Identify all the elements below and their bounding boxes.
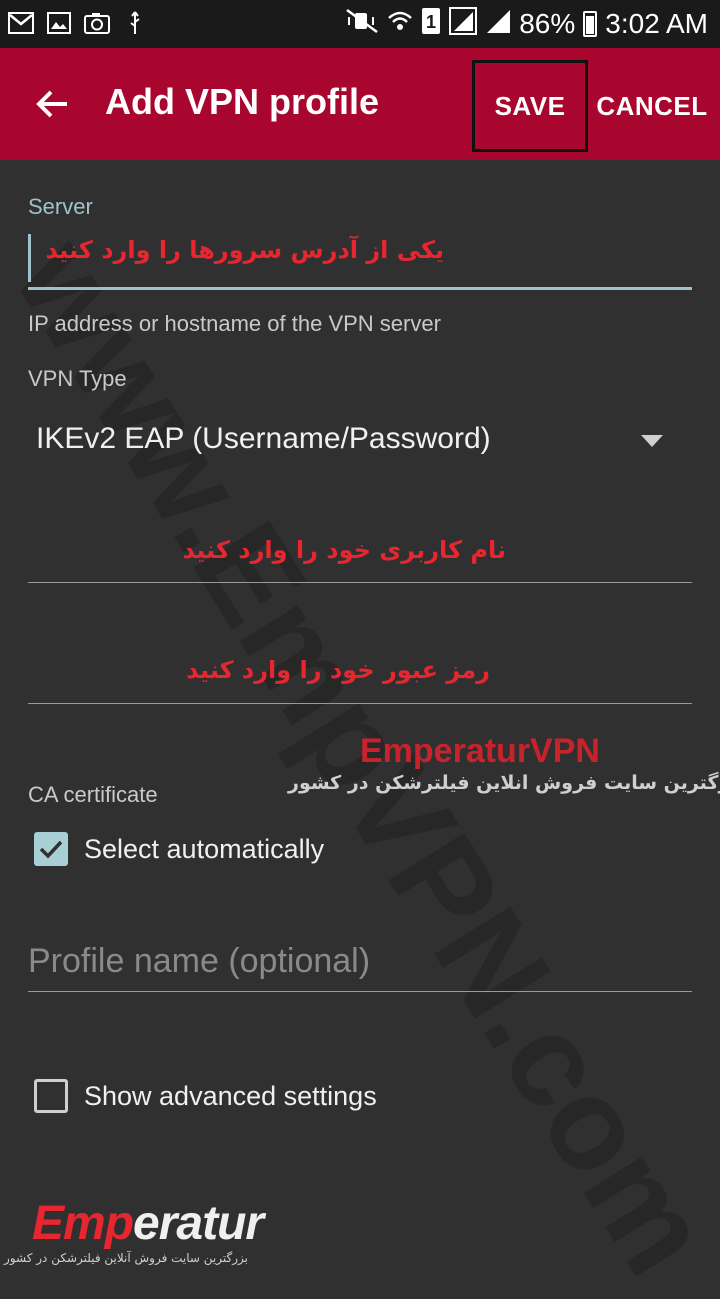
arrow-back-icon [36,90,67,118]
wifi-icon [387,8,413,41]
vpn-type-label: VPN Type [28,366,127,391]
save-button[interactable]: SAVE [472,60,588,152]
server-underline [28,287,692,290]
username-underline [28,582,692,583]
signal2-icon [485,8,511,41]
server-label: Server [28,194,93,219]
text-cursor [28,234,31,282]
sim1-icon: 1 [421,7,441,42]
app-bar: Add VPN profile SAVE CANCEL [0,48,720,160]
server-input[interactable]: یکی از آدرس سرورها را وارد کنید [45,236,444,264]
ca-certificate-label: CA certificate [28,782,158,807]
advanced-settings-checkbox[interactable] [34,1079,68,1113]
dropdown-arrow-icon[interactable] [640,434,664,448]
back-button[interactable] [24,76,80,132]
signal-icon [449,6,478,42]
vpn-type-select[interactable]: IKEv2 EAP (Username/Password) [36,422,491,456]
promo-subtitle: بررگترین سایت فروش انلاین فیلترشکن در کش… [288,772,720,794]
select-automatically-label[interactable]: Select automatically [84,834,324,865]
emperatur-logo: Emperatur [32,1197,264,1250]
password-input[interactable]: رمز عبور خود را وارد کنید [186,656,490,684]
select-automatically-checkbox[interactable] [34,832,68,866]
promo-title: EmperaturVPN [360,732,600,770]
status-bar: 1 86% 3:02 AM [0,0,720,48]
profile-name-underline [28,991,692,992]
notification-icons [8,10,148,36]
usb-icon [122,10,148,36]
advanced-settings-label[interactable]: Show advanced settings [84,1081,377,1112]
cancel-button[interactable]: CANCEL [596,60,708,152]
logo-subtitle: بزرگترین سایت فروش آنلاین فیلترشکن در کش… [4,1251,248,1265]
gmail-icon [8,10,34,36]
username-input[interactable]: نام کاربری خود را وارد کنید [182,536,506,564]
profile-name-input[interactable]: Profile name (optional) [28,942,370,981]
server-helper-text: IP address or hostname of the VPN server [28,311,441,336]
system-indicators: 1 86% 3:02 AM [345,6,708,42]
gallery-icon [46,10,72,36]
check-icon [39,840,63,859]
battery-icon [583,11,598,37]
watermark-text: www.EmpVPN.com [0,214,720,1299]
camera-icon [84,10,110,36]
clock: 3:02 AM [605,8,708,39]
svg-text:1: 1 [426,12,436,32]
mute-icon [345,8,379,41]
battery-percent: 86% [519,8,576,39]
password-underline [28,703,692,704]
page-title: Add VPN profile [105,81,380,122]
